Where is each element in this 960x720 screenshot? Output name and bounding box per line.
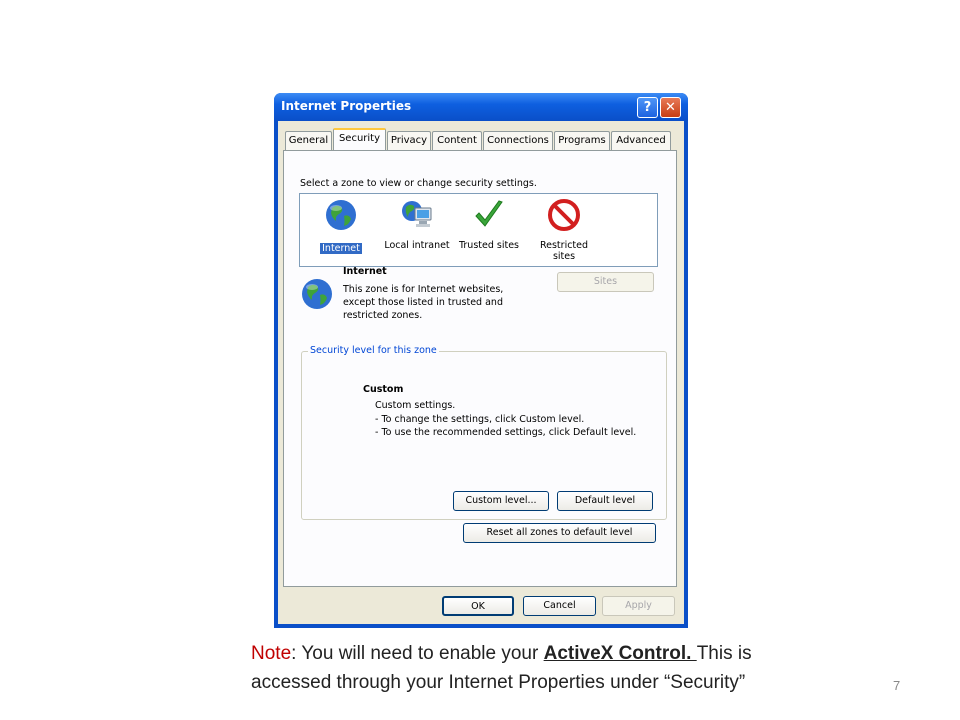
zone-item-restricted-sites[interactable]: Restricted sites bbox=[525, 198, 603, 262]
custom-level-button[interactable]: Custom level... bbox=[453, 491, 549, 511]
zone-label-trusted-sites: Trusted sites bbox=[458, 240, 519, 251]
zone-item-local-intranet[interactable]: Local intranet bbox=[378, 198, 456, 251]
zone-list: Internet Local intranet Trusted sites Re… bbox=[299, 193, 658, 267]
tab-content[interactable]: Content bbox=[432, 131, 482, 150]
caption-note: Note: You will need to enable your Activ… bbox=[251, 639, 752, 697]
caption-text: This is bbox=[696, 643, 752, 664]
globe-icon bbox=[302, 279, 332, 309]
sites-button[interactable]: Sites bbox=[557, 272, 654, 292]
zone-title: Internet bbox=[343, 266, 387, 277]
security-tab-panel: Select a zone to view or change security… bbox=[283, 150, 677, 587]
tab-security[interactable]: Security bbox=[333, 128, 386, 150]
ok-button[interactable]: OK bbox=[442, 596, 514, 616]
close-button[interactable]: ✕ bbox=[660, 97, 681, 118]
zone-label-local-intranet: Local intranet bbox=[384, 240, 450, 251]
window-title: Internet Properties bbox=[281, 99, 412, 113]
level-description-line: Custom settings. bbox=[375, 400, 456, 411]
reset-all-zones-button[interactable]: Reset all zones to default level bbox=[463, 523, 656, 543]
tab-privacy[interactable]: Privacy bbox=[387, 131, 431, 150]
internet-properties-dialog: Internet Properties ? ✕ General Security… bbox=[274, 93, 688, 628]
help-button[interactable]: ? bbox=[637, 97, 658, 118]
security-level-group-label: Security level for this zone bbox=[308, 345, 439, 356]
caption-line-2: accessed through your Internet Propertie… bbox=[251, 672, 746, 693]
zone-description-line: This zone is for Internet websites, bbox=[343, 284, 504, 295]
restricted-icon bbox=[548, 199, 580, 231]
level-title: Custom bbox=[363, 384, 404, 395]
zone-prompt: Select a zone to view or change security… bbox=[300, 178, 537, 189]
zone-item-trusted-sites[interactable]: Trusted sites bbox=[450, 198, 528, 251]
cancel-button[interactable]: Cancel bbox=[523, 596, 596, 616]
tab-programs[interactable]: Programs bbox=[554, 131, 610, 150]
zone-label-internet: Internet bbox=[320, 243, 362, 254]
zone-description-line: restricted zones. bbox=[343, 310, 423, 321]
tab-connections[interactable]: Connections bbox=[483, 131, 553, 150]
globe-icon bbox=[326, 200, 356, 230]
dialog-client-area: General Security Privacy Content Connect… bbox=[278, 121, 684, 624]
page-number: 7 bbox=[893, 678, 901, 693]
apply-button[interactable]: Apply bbox=[602, 596, 675, 616]
note-label: Note bbox=[251, 643, 292, 664]
title-bar[interactable]: Internet Properties ? ✕ bbox=[274, 93, 688, 121]
zone-description: This zone is for Internet websites, exce… bbox=[343, 283, 503, 322]
activex-control-text: ActiveX Control. bbox=[543, 643, 697, 664]
caption-line-1: Note: You will need to enable your Activ… bbox=[251, 639, 752, 668]
zone-description-line: except those listed in trusted and bbox=[343, 297, 503, 308]
zone-label-restricted-sites: Restricted sites bbox=[539, 240, 589, 262]
tab-advanced[interactable]: Advanced bbox=[611, 131, 671, 150]
default-level-button[interactable]: Default level bbox=[557, 491, 653, 511]
zone-item-internet[interactable]: Internet bbox=[302, 198, 380, 255]
security-level-group: Security level for this zone Custom Cust… bbox=[301, 345, 667, 520]
checkmark-icon bbox=[475, 200, 503, 227]
caption-text: : You will need to enable your bbox=[291, 643, 544, 664]
intranet-icon bbox=[402, 201, 432, 227]
level-description-line: - To use the recommended settings, click… bbox=[375, 427, 637, 438]
level-description: Custom settings. - To change the setting… bbox=[375, 399, 636, 440]
tab-general[interactable]: General bbox=[285, 131, 332, 150]
level-description-line: - To change the settings, click Custom l… bbox=[375, 413, 585, 425]
